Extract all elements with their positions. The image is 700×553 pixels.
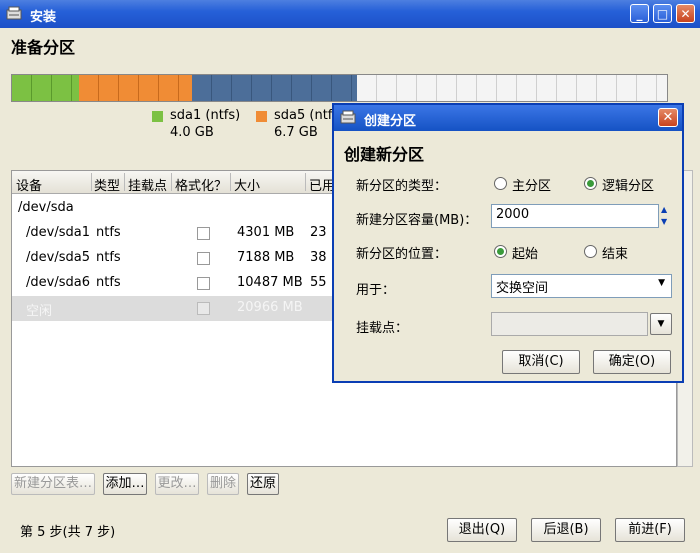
cell-device: /dev/sda1: [26, 225, 90, 240]
cell-type: ntfs: [96, 225, 121, 240]
dialog-heading: 创建新分区: [344, 145, 425, 164]
size-label: 新建分区容量(MB)：: [356, 213, 478, 228]
end-radio-label[interactable]: 结束: [602, 243, 628, 262]
cell-size: 7188 MB: [237, 250, 295, 265]
cell-used: 38: [310, 250, 327, 265]
legend-size: 6.7 GB: [274, 125, 318, 140]
dialog-titlebar: 创建分区 ✕: [334, 105, 682, 131]
close-window-button[interactable]: ✕: [676, 4, 695, 23]
start-radio[interactable]: [494, 245, 507, 258]
col-device[interactable]: 设备: [16, 175, 42, 194]
legend-label: sda5 (ntfs: [274, 108, 340, 123]
partition-segment-sda5: [79, 75, 193, 101]
delete-button[interactable]: 删除: [207, 473, 239, 495]
primary-radio-label[interactable]: 主分区: [512, 175, 551, 194]
cell-used: 55: [310, 275, 327, 290]
cancel-button[interactable]: 取消(C): [502, 350, 580, 374]
quit-button[interactable]: 退出(Q): [447, 518, 517, 542]
start-radio-label[interactable]: 起始: [512, 243, 538, 262]
window-title: 安装: [30, 10, 57, 25]
format-checkbox[interactable]: [197, 277, 210, 290]
forward-button[interactable]: 前进(F): [615, 518, 685, 542]
cell-size: 20966 MB: [237, 300, 303, 315]
dialog-close-button[interactable]: ✕: [658, 108, 678, 127]
col-type[interactable]: 类型: [94, 175, 120, 194]
cell-device: 空闲: [26, 304, 53, 319]
cell-device: /dev/sda6: [26, 275, 90, 290]
mount-input[interactable]: [491, 312, 648, 336]
logical-radio-label[interactable]: 逻辑分区: [602, 175, 654, 194]
step-indicator: 第 5 步(共 7 步): [20, 525, 116, 540]
back-button[interactable]: 后退(B): [531, 518, 601, 542]
end-radio[interactable]: [584, 245, 597, 258]
format-checkbox[interactable]: [197, 227, 210, 240]
legend-swatch: [256, 111, 267, 122]
partition-segment-sda6: [192, 75, 357, 101]
create-partition-dialog: 创建分区 ✕ 创建新分区 新分区的类型： 主分区 逻辑分区 新建分区容量(MB)…: [332, 103, 684, 383]
chevron-down-icon: ▼: [658, 278, 665, 288]
installer-icon: [6, 6, 22, 20]
add-button[interactable]: 添加…: [103, 473, 147, 495]
disk-icon: [340, 110, 356, 124]
mount-label: 挂载点：: [356, 321, 409, 336]
dialog-title: 创建分区: [364, 114, 417, 129]
partition-segment-sda1: [12, 75, 80, 101]
size-spinner[interactable]: ▲ ▼: [661, 204, 672, 228]
page-title: 准备分区: [11, 38, 76, 57]
legend-swatch: [152, 111, 163, 122]
cell-used: 23: [310, 225, 327, 240]
cell-size: 4301 MB: [237, 225, 295, 240]
new-partition-table-button[interactable]: 新建分区表…: [11, 473, 95, 495]
use-label: 用于：: [356, 283, 396, 298]
window-titlebar: 安装 _ □ ✕: [0, 0, 700, 28]
change-button[interactable]: 更改…: [155, 473, 199, 495]
use-select-value: 交换空间: [496, 281, 549, 296]
col-format[interactable]: 格式化？: [175, 175, 227, 194]
type-label: 新分区的类型：: [356, 179, 448, 194]
col-mount[interactable]: 挂载点: [128, 175, 167, 194]
primary-radio[interactable]: [494, 177, 507, 190]
format-checkbox[interactable]: [197, 302, 210, 315]
revert-button[interactable]: 还原: [247, 473, 279, 495]
position-label: 新分区的位置：: [356, 247, 448, 262]
legend-label: sda1 (ntfs): [170, 108, 241, 123]
legend-size: 4.0 GB: [170, 125, 214, 140]
partition-bar: [11, 74, 668, 102]
partition-segment-free: [356, 75, 667, 101]
size-input[interactable]: 2000: [491, 204, 659, 228]
logical-radio[interactable]: [584, 177, 597, 190]
col-size[interactable]: 大小: [234, 175, 260, 194]
mount-dropdown-button[interactable]: ▼: [650, 313, 672, 335]
use-select[interactable]: 交换空间 ▼: [491, 274, 672, 298]
ok-button[interactable]: 确定(O): [593, 350, 671, 374]
cell-type: ntfs: [96, 275, 121, 290]
format-checkbox[interactable]: [197, 252, 210, 265]
cell-device: /dev/sda: [18, 200, 74, 215]
cell-device: /dev/sda5: [26, 250, 90, 265]
minimize-button[interactable]: _: [630, 4, 649, 23]
maximize-button[interactable]: □: [653, 4, 672, 23]
cell-type: ntfs: [96, 250, 121, 265]
cell-size: 10487 MB: [237, 275, 303, 290]
